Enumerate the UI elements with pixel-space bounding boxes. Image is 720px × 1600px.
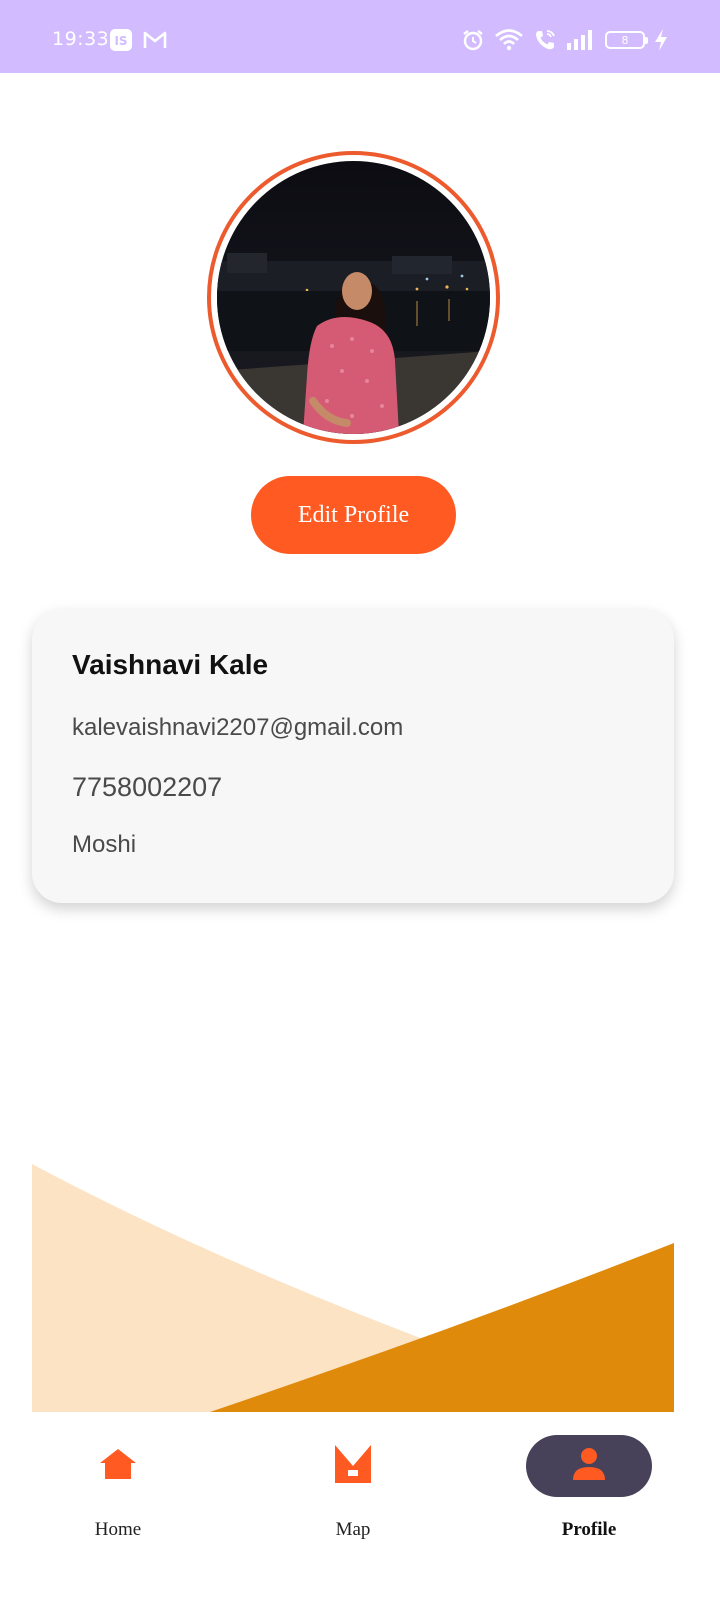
wifi-call-icon: [533, 28, 557, 52]
bottom-navigation: Home Map Profile: [0, 1412, 720, 1600]
decorative-waves: [32, 1160, 674, 1412]
battery-level: 8: [621, 33, 629, 47]
signal-icon: [566, 28, 596, 52]
avatar-photo: [217, 161, 490, 434]
nav-home-label: Home: [94, 1519, 142, 1540]
wifi-icon: [494, 28, 524, 52]
profile-name: Vaishnavi Kale: [72, 649, 269, 680]
status-left-icons: IS: [109, 28, 167, 52]
charging-icon: [654, 28, 668, 52]
map-icon: [334, 1444, 372, 1488]
svg-text:IS: IS: [114, 34, 127, 48]
profile-phone: 7758002207: [72, 772, 223, 802]
profile-location: Moshi: [72, 831, 137, 858]
nav-map[interactable]: Map: [253, 1412, 453, 1562]
profile-info-card: Vaishnavi Kale kalevaishnavi2207@gmail.c…: [32, 609, 674, 903]
status-right-icons: 8: [461, 26, 668, 54]
alarm-icon: [461, 28, 485, 52]
battery-icon: 8: [605, 31, 648, 49]
profile-avatar[interactable]: [207, 151, 500, 444]
status-time: 19:33: [52, 28, 110, 50]
nav-home-icon-wrap: [55, 1435, 181, 1497]
nav-profile[interactable]: Profile: [489, 1412, 689, 1562]
status-bar: 19:33 IS 8: [0, 0, 720, 73]
profile-email: kalevaishnavi2207@gmail.com: [72, 714, 404, 741]
edit-profile-button[interactable]: Edit Profile: [251, 476, 456, 554]
gmail-icon: [143, 30, 167, 50]
home-icon: [98, 1447, 138, 1485]
nav-map-icon-wrap: [290, 1435, 416, 1497]
is-app-icon: IS: [109, 28, 133, 52]
nav-profile-icon-wrap: [526, 1435, 652, 1497]
nav-profile-label: Profile: [561, 1519, 617, 1540]
person-icon: [571, 1446, 607, 1486]
nav-home[interactable]: Home: [18, 1412, 218, 1562]
nav-map-label: Map: [335, 1519, 371, 1540]
